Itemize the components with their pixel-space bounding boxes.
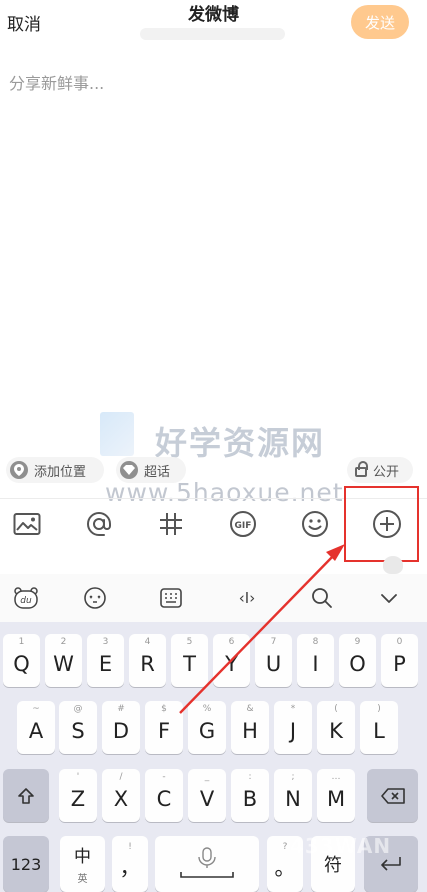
ime-collapse-icon[interactable] <box>374 584 404 612</box>
comma-key[interactable]: ! ， <box>112 836 148 892</box>
ime-search-icon[interactable] <box>307 584 337 612</box>
decor-blob <box>383 556 403 574</box>
keyboard: 1Q 2W 3E 4R 5T 6Y 7U 8I 9O 0P ~ A @ S # D $… <box>0 622 427 892</box>
language-switch-key[interactable]: 中 英 <box>60 836 105 892</box>
key-c[interactable]: -C <box>145 769 183 822</box>
key-o[interactable]: 9O <box>339 634 376 687</box>
lock-icon <box>355 461 368 477</box>
diamond-icon <box>120 461 138 479</box>
backspace-key[interactable] <box>367 769 418 822</box>
key-a[interactable]: ~ A <box>17 701 55 754</box>
key-l[interactable]: ) L <box>360 701 398 754</box>
send-button[interactable]: 发送 <box>351 5 409 39</box>
key-t[interactable]: 5T <box>171 634 208 687</box>
ime-logo-icon[interactable]: du <box>11 584 41 612</box>
visibility-label: 公开 <box>373 464 400 480</box>
shift-arrow-icon <box>18 787 34 804</box>
key-v[interactable]: _ V <box>188 769 226 822</box>
key-s[interactable]: @ S <box>59 701 97 754</box>
shift-key[interactable] <box>3 769 49 822</box>
gif-icon[interactable]: GIF <box>226 507 260 541</box>
add-location-chip[interactable]: 添加位置 <box>6 457 104 483</box>
key-f[interactable]: $ F <box>145 701 183 754</box>
ime-toolbar: du ‹I› <box>0 574 427 622</box>
numbers-key[interactable]: 123 <box>3 836 49 892</box>
ime-emoticon-icon[interactable] <box>80 584 110 612</box>
mention-icon[interactable] <box>82 507 116 541</box>
key-h[interactable]: & H <box>231 701 269 754</box>
super-topic-label: 超话 <box>144 464 171 480</box>
hashtag-icon[interactable] <box>154 507 188 541</box>
key-d[interactable]: # D <box>102 701 140 754</box>
ime-keyboard-icon[interactable] <box>156 584 186 612</box>
key-p[interactable]: 0P <box>381 634 418 687</box>
key-y[interactable]: 6Y <box>213 634 250 687</box>
ime-cursor-icon[interactable]: ‹I› <box>232 584 262 612</box>
account-name-blurred <box>140 28 285 40</box>
watermark-title: 好学资源网 <box>155 424 326 462</box>
compose-input[interactable]: 分享新鲜事... <box>9 70 409 94</box>
key-z[interactable]: ' Z <box>59 769 97 822</box>
key-r[interactable]: 4R <box>129 634 166 687</box>
gif-icon-text: GIF <box>235 521 252 531</box>
key-u[interactable]: 7U <box>255 634 292 687</box>
key-g[interactable]: % G <box>188 701 226 754</box>
key-q[interactable]: 1Q <box>3 634 40 687</box>
space-key[interactable] <box>155 836 259 892</box>
super-topic-chip[interactable]: 超话 <box>116 457 186 483</box>
header: 取消 发微博 发送 <box>0 0 427 46</box>
bottom-watermark: 433WAN <box>290 834 392 858</box>
visibility-chip[interactable]: 公开 <box>347 457 413 483</box>
image-icon[interactable] <box>10 507 44 541</box>
key-b[interactable]: :B <box>231 769 269 822</box>
emoji-icon[interactable] <box>298 507 332 541</box>
key-j[interactable]: * J <box>274 701 312 754</box>
key-k[interactable]: (K <box>317 701 355 754</box>
highlight-box <box>344 486 419 562</box>
key-x[interactable]: / X <box>102 769 140 822</box>
watermark-logo <box>100 412 134 456</box>
key-m[interactable]: … M <box>317 769 355 822</box>
key-n[interactable]: ; N <box>274 769 312 822</box>
location-pin-icon <box>10 461 28 479</box>
ime-logo-text: du <box>20 596 32 606</box>
key-w[interactable]: 2W <box>45 634 82 687</box>
key-i[interactable]: 8I <box>297 634 334 687</box>
add-location-label: 添加位置 <box>34 464 87 480</box>
microphone-icon <box>180 847 234 878</box>
backspace-icon <box>380 787 405 804</box>
key-e[interactable]: 3E <box>87 634 124 687</box>
